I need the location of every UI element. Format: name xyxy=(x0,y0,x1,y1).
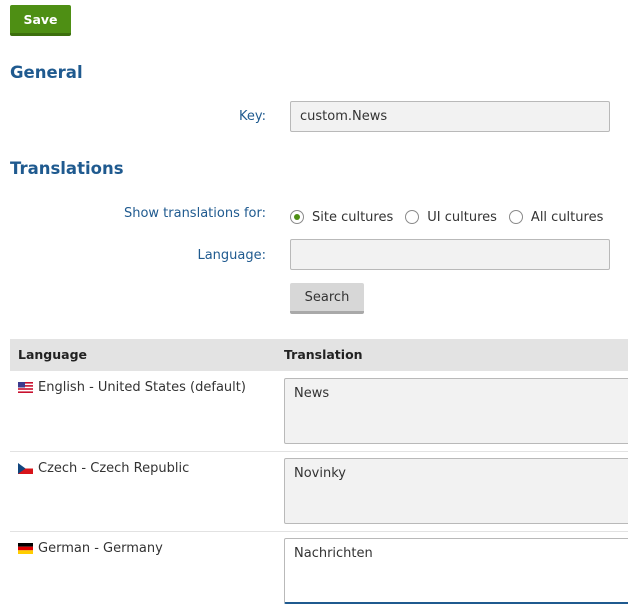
radio-all-cultures-label: All cultures xyxy=(530,209,604,225)
translation-input-german[interactable]: Nachrichten xyxy=(284,538,628,604)
key-label: Key: xyxy=(238,109,266,124)
cz-flag-icon xyxy=(18,463,33,474)
translation-input-english[interactable]: News xyxy=(284,378,628,444)
radio-ui-cultures[interactable]: UI cultures xyxy=(405,210,497,225)
table-header: Language Translation xyxy=(10,339,628,371)
radio-unchecked-icon[interactable] xyxy=(508,210,523,224)
column-header-language: Language xyxy=(18,347,88,362)
radio-all-cultures[interactable]: All cultures xyxy=(508,209,604,225)
language-label: Language: xyxy=(197,248,266,263)
language-name: English - United States (default) xyxy=(38,380,246,395)
radio-ui-cultures-label: UI cultures xyxy=(427,209,497,225)
search-button[interactable]: Search xyxy=(290,283,364,314)
translations-section-title: Translations xyxy=(10,159,124,178)
translation-input-czech[interactable]: Novinky xyxy=(284,458,628,524)
row-divider xyxy=(10,531,628,532)
save-button[interactable]: Save xyxy=(10,5,71,36)
de-flag-icon xyxy=(18,543,33,554)
show-translations-label: Show translations for: xyxy=(123,206,266,221)
table-row-language: German - Germany xyxy=(18,541,163,556)
table-row-language: Czech - Czech Republic xyxy=(18,461,189,476)
us-flag-icon xyxy=(18,382,33,393)
language-name: Czech - Czech Republic xyxy=(38,461,190,476)
culture-radio-group: Site cultures UI cultures All cultures xyxy=(290,208,615,226)
general-section-title: General xyxy=(10,63,83,82)
key-input[interactable] xyxy=(290,101,610,132)
language-input[interactable] xyxy=(290,239,610,270)
row-divider xyxy=(10,451,628,452)
table-row-language: English - United States (default) xyxy=(18,380,246,395)
column-header-translation: Translation xyxy=(284,347,363,362)
radio-unchecked-icon[interactable] xyxy=(405,210,420,224)
radio-site-cultures-label: Site cultures xyxy=(312,209,394,225)
language-name: German - Germany xyxy=(38,541,163,556)
radio-checked-icon[interactable] xyxy=(290,210,304,224)
radio-site-cultures[interactable]: Site cultures xyxy=(290,210,393,225)
